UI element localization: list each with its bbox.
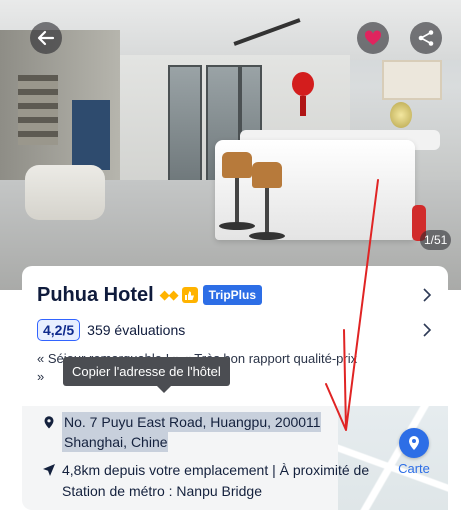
tripplus-badge: TripPlus bbox=[202, 285, 263, 305]
location-section: Carte No. 7 Puyu East Road, Huangpu, 200… bbox=[22, 406, 448, 510]
chevron-right-icon[interactable] bbox=[422, 322, 432, 338]
map-pin-icon bbox=[399, 428, 429, 458]
photo-counter: 1/51 bbox=[420, 230, 452, 250]
photo-stool-base bbox=[219, 222, 255, 230]
distance-info: 4,8km depuis votre emplacement | À proxi… bbox=[42, 460, 382, 502]
photo-stool-leg bbox=[235, 178, 239, 228]
rating-score-badge: 4,2/5 bbox=[37, 319, 81, 341]
photo-wall-frame bbox=[382, 60, 442, 100]
diamond-rating-icon: ◆◆ bbox=[159, 287, 179, 302]
photo-shelf bbox=[18, 75, 58, 145]
hotel-photo[interactable] bbox=[0, 0, 461, 290]
address-line-1: No. 7 Puyu East Road, Huangpu, 200011 bbox=[62, 412, 321, 432]
photo-glass-door bbox=[168, 65, 202, 185]
chevron-right-icon[interactable] bbox=[422, 287, 432, 303]
rating-score: 4,2 bbox=[43, 322, 63, 338]
photo-cabinet bbox=[72, 100, 110, 170]
photo-red-lantern bbox=[292, 72, 314, 96]
title-row: Puhua Hotel ◆◆ TripPlus bbox=[37, 282, 263, 308]
address[interactable]: No. 7 Puyu East Road, Huangpu, 200011 Sh… bbox=[42, 412, 362, 452]
photo-bar-stool bbox=[222, 152, 252, 178]
copy-address-tooltip[interactable]: Copier l'adresse de l'hôtel bbox=[63, 357, 230, 386]
favorite-button[interactable] bbox=[357, 22, 389, 54]
photo-stool-base bbox=[249, 232, 285, 240]
thumbs-up-icon bbox=[181, 287, 198, 303]
photo-bar-stool bbox=[252, 162, 282, 188]
rating-row[interactable]: 4,2/5 359 évaluations bbox=[37, 319, 185, 341]
review-count: 359 évaluations bbox=[87, 322, 186, 338]
photo-stool-leg bbox=[265, 188, 269, 238]
map-button[interactable]: Carte bbox=[390, 428, 438, 476]
distance-text: 4,8km depuis votre emplacement | À proxi… bbox=[62, 462, 370, 499]
map-label: Carte bbox=[398, 461, 430, 476]
photo-flowers bbox=[390, 102, 412, 128]
arrow-left-icon bbox=[37, 30, 55, 46]
photo-armchair bbox=[25, 165, 105, 220]
rating-scale: /5 bbox=[62, 322, 75, 338]
heart-icon bbox=[364, 30, 382, 45]
back-button[interactable] bbox=[30, 22, 62, 54]
tooltip-arrow bbox=[157, 386, 171, 393]
hotel-name: Puhua Hotel bbox=[37, 283, 154, 306]
share-icon bbox=[418, 30, 434, 46]
address-line-2: Shanghai, Chine bbox=[62, 432, 168, 452]
navigation-arrow-icon bbox=[43, 464, 55, 476]
hotel-info-card: Puhua Hotel ◆◆ TripPlus 4,2/5 359 évalua… bbox=[22, 266, 448, 510]
share-button[interactable] bbox=[410, 22, 442, 54]
location-pin-icon bbox=[44, 416, 54, 429]
photo-lantern-tassel bbox=[300, 96, 306, 116]
